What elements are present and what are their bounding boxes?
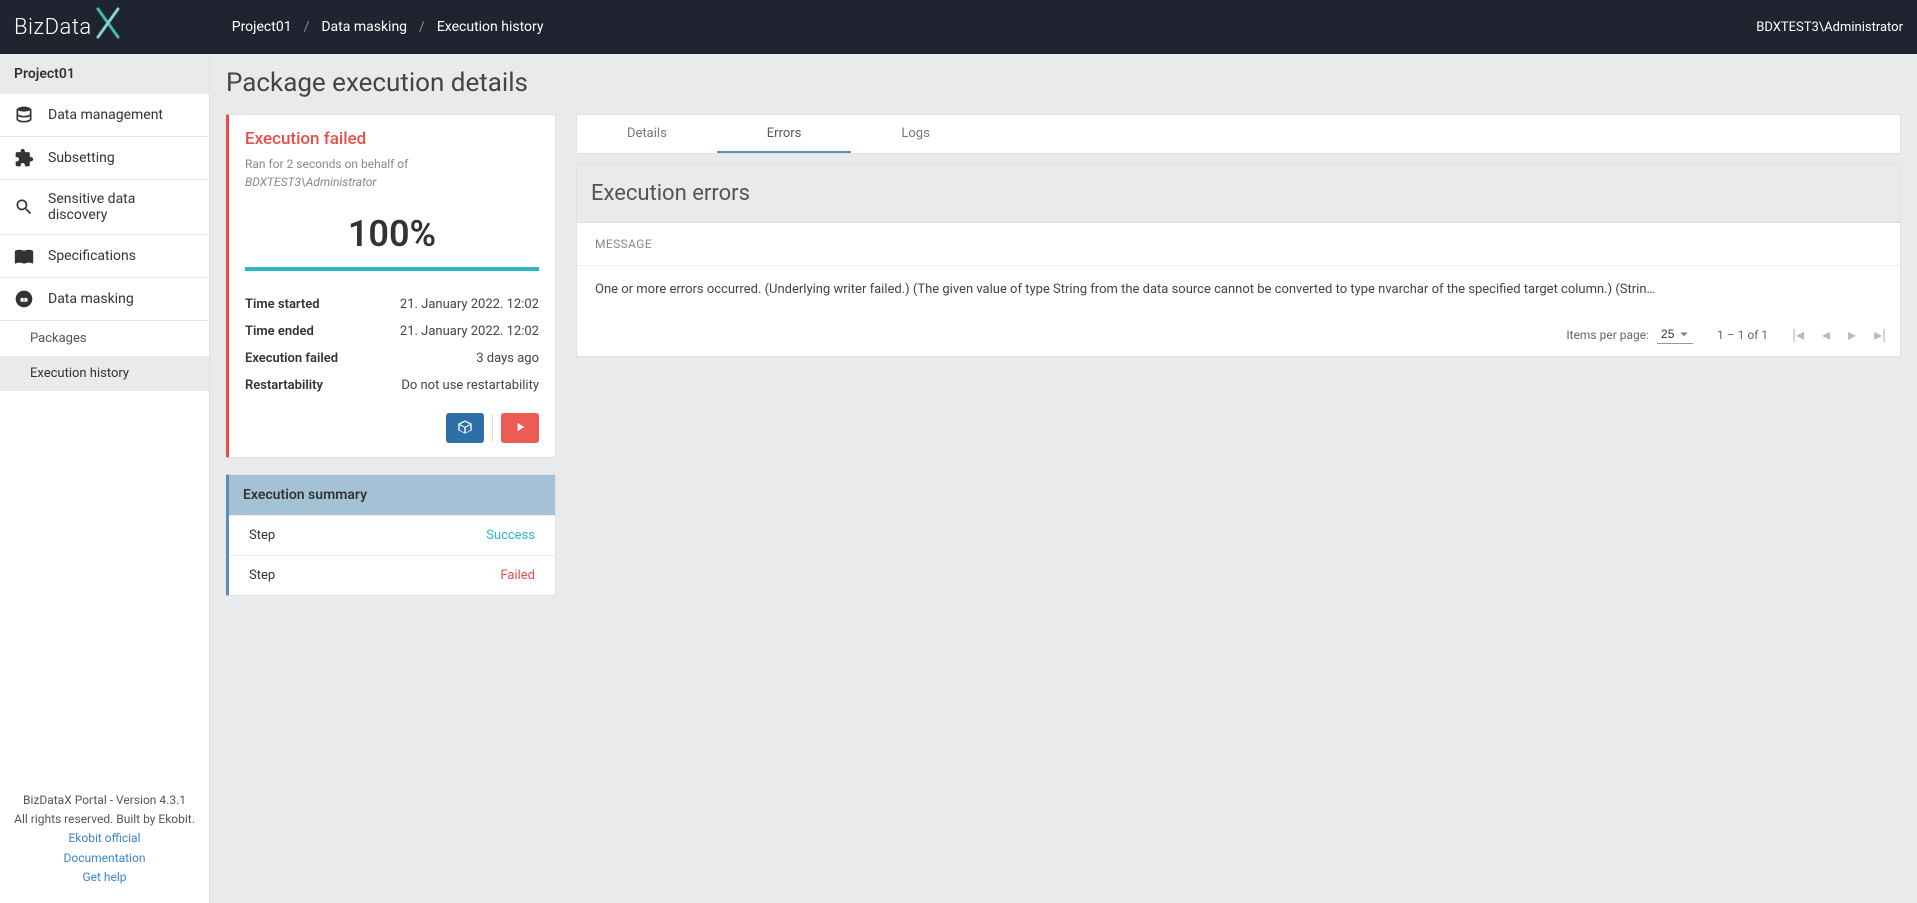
detail-row: Time started 21. January 2022. 12:02 xyxy=(245,291,539,318)
detail-row: Execution failed 3 days ago xyxy=(245,345,539,372)
progress-bar xyxy=(245,267,539,271)
sidebar-sub-packages[interactable]: Packages xyxy=(0,321,209,356)
box-icon xyxy=(457,419,473,438)
execution-summary-card: Execution summary Step Success Step Fail… xyxy=(226,474,556,596)
exec-status-title: Execution failed xyxy=(245,129,539,149)
tab-logs[interactable]: Logs xyxy=(851,115,979,153)
breadcrumb-project[interactable]: Project01 xyxy=(232,19,292,35)
sidebar-sub-execution-history[interactable]: Execution history xyxy=(0,356,209,391)
paginator-range: 1 – 1 of 1 xyxy=(1717,328,1768,342)
search-icon xyxy=(14,197,34,217)
sidebar-item-label: Sensitive data discovery xyxy=(48,191,195,223)
action-divider xyxy=(492,414,493,442)
paginator-next-icon[interactable]: ▸ xyxy=(1848,327,1856,343)
errors-panel: Execution errors MESSAGE One or more err… xyxy=(576,164,1901,357)
execution-status-card: Execution failed Ran for 2 seconds on be… xyxy=(226,114,556,458)
puzzle-icon xyxy=(14,148,34,168)
logo[interactable]: BizData xyxy=(14,13,122,41)
summary-step-label: Step xyxy=(249,568,275,583)
logo-text: BizData xyxy=(14,15,92,40)
sidebar-item-sensitive-discovery[interactable]: Sensitive data discovery xyxy=(0,180,209,235)
detail-row: Restartability Do not use restartability xyxy=(245,372,539,399)
breadcrumb-section[interactable]: Data masking xyxy=(321,19,407,35)
summary-step-label: Step xyxy=(249,528,275,543)
tab-errors[interactable]: Errors xyxy=(717,115,852,153)
paginator-last-icon[interactable]: ▸| xyxy=(1874,327,1886,343)
summary-step-status: Failed xyxy=(500,568,535,583)
exec-status-line1: Ran for 2 seconds on behalf of xyxy=(245,157,408,171)
summary-row[interactable]: Step Success xyxy=(229,515,555,555)
footer-link-help[interactable]: Get help xyxy=(8,868,201,887)
sidebar-item-label: Specifications xyxy=(48,248,136,264)
exec-status-user: BDXTEST3\Administrator xyxy=(245,175,376,189)
breadcrumb: Project01 / Data masking / Execution his… xyxy=(232,19,544,35)
tab-details[interactable]: Details xyxy=(577,115,717,153)
sidebar-project-name[interactable]: Project01 xyxy=(0,54,209,94)
tabs: Details Errors Logs xyxy=(576,114,1901,154)
paginator: Items per page: 25 1 – 1 of 1 |◂ ◂ ▸ ▸| xyxy=(577,313,1900,356)
paginator-ipp-label: Items per page: xyxy=(1566,328,1649,342)
topbar: BizData Project01 / Data masking / Execu… xyxy=(0,0,1917,54)
summary-header: Execution summary xyxy=(229,475,555,515)
paginator-first-icon[interactable]: |◂ xyxy=(1792,327,1804,343)
summary-step-status: Success xyxy=(486,528,535,543)
error-row[interactable]: One or more errors occurred. (Underlying… xyxy=(577,266,1900,313)
errors-panel-header: Execution errors xyxy=(577,165,1900,223)
mask-icon xyxy=(14,289,34,309)
footer-link-documentation[interactable]: Documentation xyxy=(8,849,201,868)
user-label[interactable]: BDXTEST3\Administrator xyxy=(1756,20,1903,35)
footer-rights: All rights reserved. Built by Ekobit. xyxy=(8,810,201,829)
paginator-prev-icon[interactable]: ◂ xyxy=(1822,327,1830,343)
main-content: Package execution details Execution fail… xyxy=(210,54,1917,903)
summary-row[interactable]: Step Failed xyxy=(229,555,555,595)
database-icon xyxy=(14,105,34,125)
book-icon xyxy=(14,246,34,266)
package-button[interactable] xyxy=(446,413,484,443)
sidebar-item-data-masking[interactable]: Data masking xyxy=(0,278,209,321)
sidebar-item-subsetting[interactable]: Subsetting xyxy=(0,137,209,180)
sidebar-item-label: Subsetting xyxy=(48,150,115,166)
detail-row: Time ended 21. January 2022. 12:02 xyxy=(245,318,539,345)
page-title: Package execution details xyxy=(226,68,1901,98)
play-icon xyxy=(513,420,527,437)
paginator-ipp-select[interactable]: 25 xyxy=(1657,325,1693,344)
sidebar-item-specifications[interactable]: Specifications xyxy=(0,235,209,278)
sidebar-item-data-management[interactable]: Data management xyxy=(0,94,209,137)
breadcrumb-page[interactable]: Execution history xyxy=(437,19,544,35)
logo-x-icon xyxy=(94,5,122,41)
progress-percent: 100% xyxy=(245,213,539,255)
errors-column-header[interactable]: MESSAGE xyxy=(577,223,1900,266)
footer-link-ekobit[interactable]: Ekobit official xyxy=(8,829,201,848)
sidebar: Project01 Data management Subsetting Sen… xyxy=(0,54,210,903)
sidebar-item-label: Data masking xyxy=(48,291,134,307)
footer-version: BizDataX Portal - Version 4.3.1 xyxy=(8,791,201,810)
run-button[interactable] xyxy=(501,413,539,443)
sidebar-item-label: Data management xyxy=(48,107,163,123)
sidebar-footer: BizDataX Portal - Version 4.3.1 All righ… xyxy=(0,781,209,903)
